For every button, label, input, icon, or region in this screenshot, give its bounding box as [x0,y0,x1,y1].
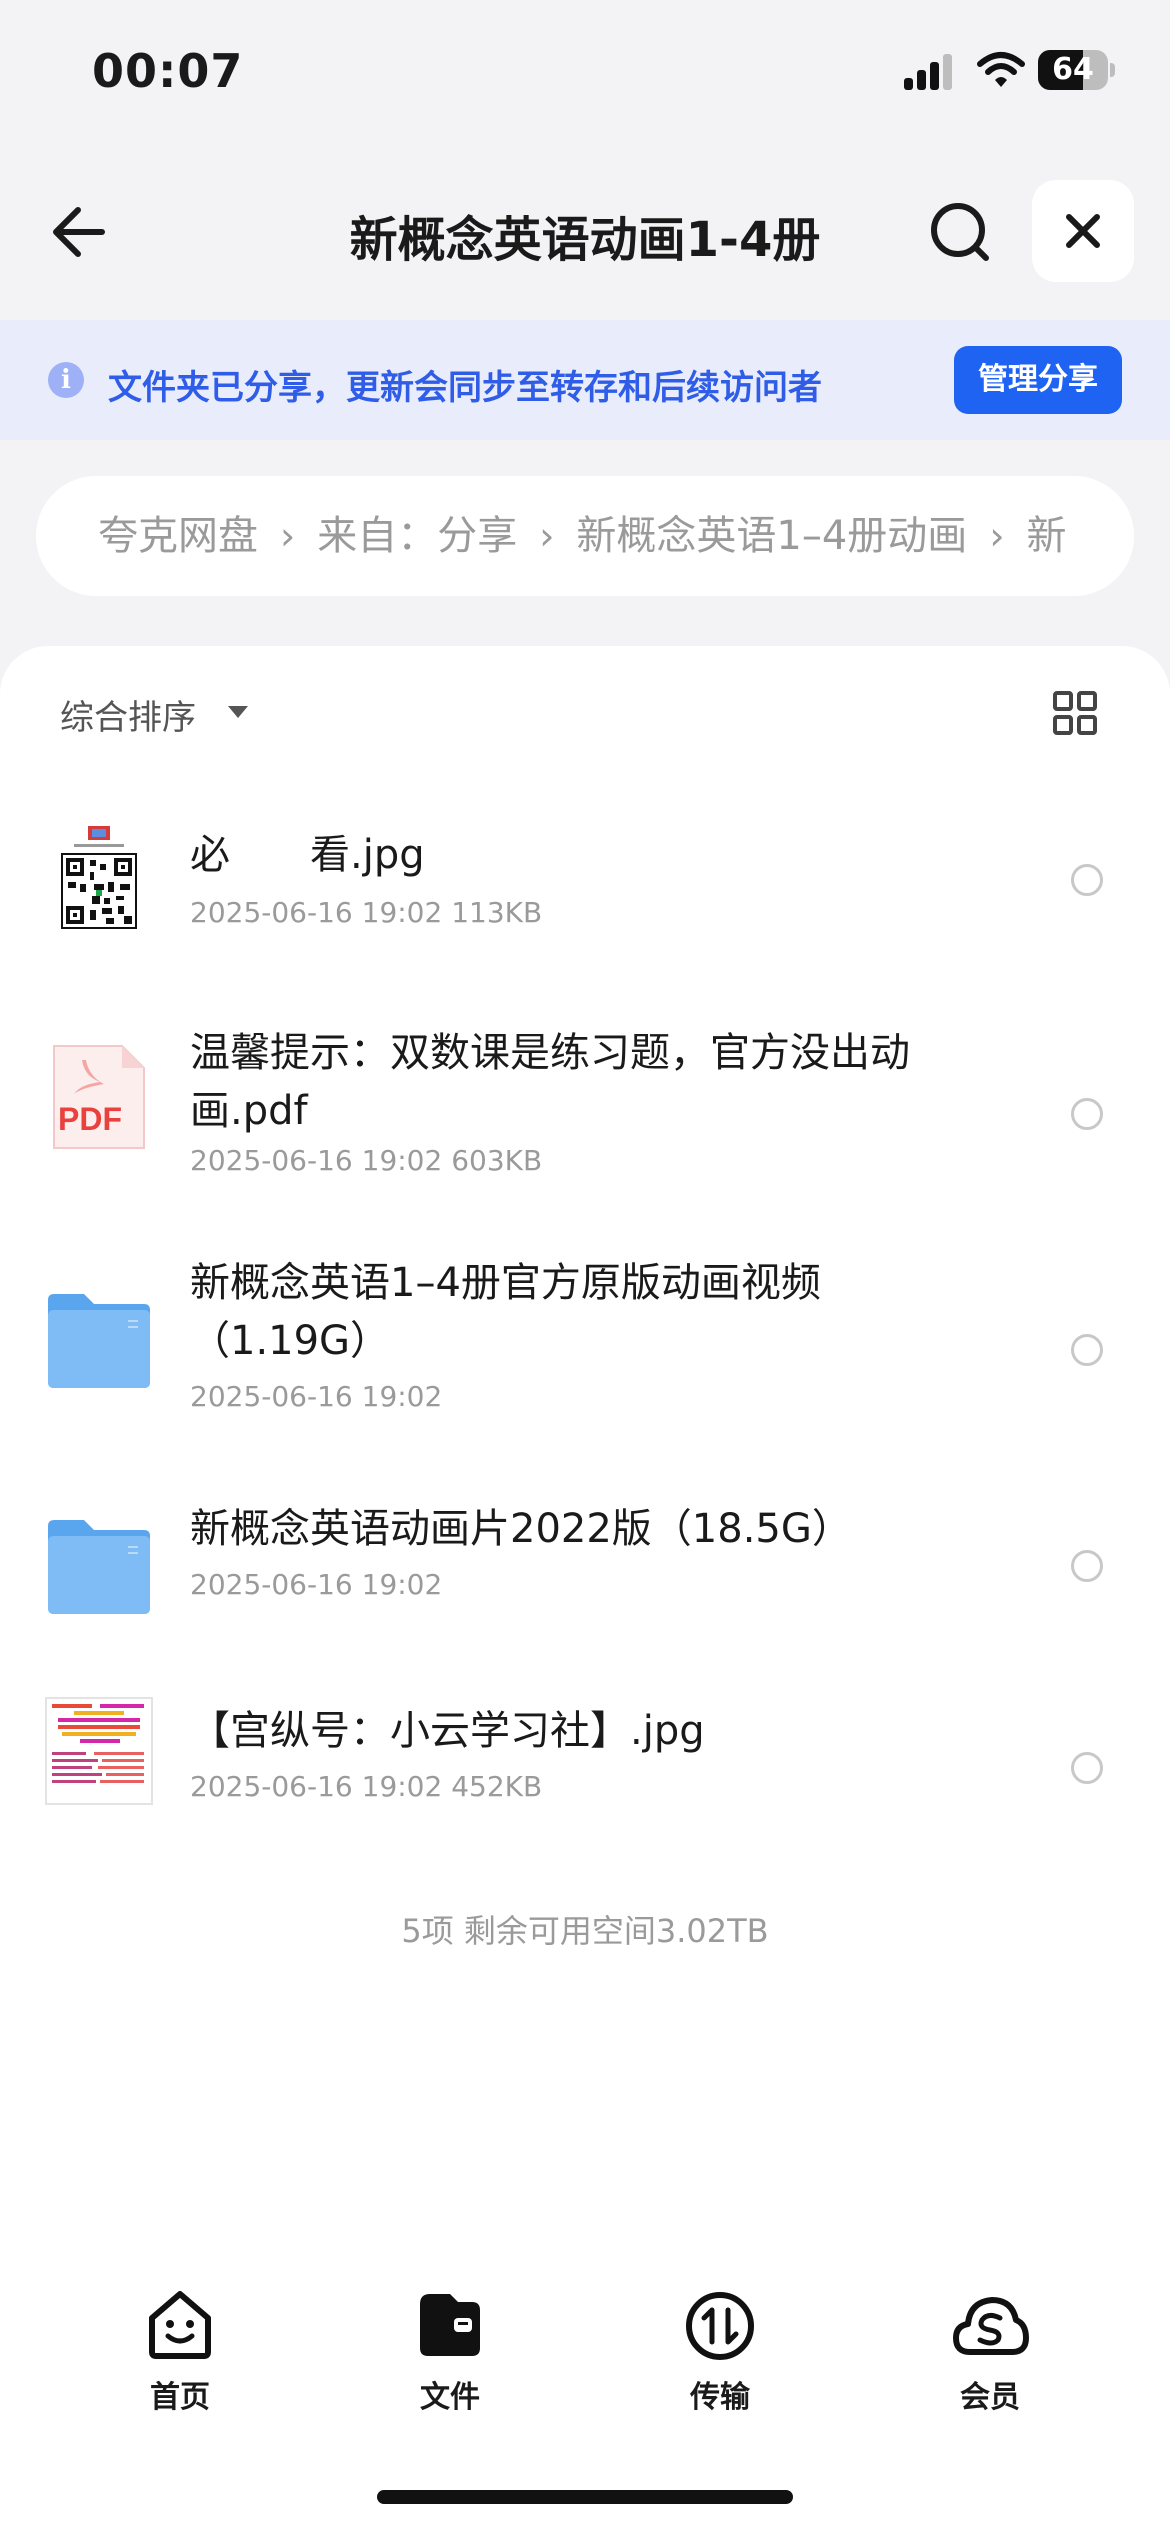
cloud-member-icon [953,2297,1029,2355]
file-name: 必 看.jpg [190,832,425,878]
breadcrumb-separator: › [280,514,296,558]
select-radio[interactable] [1071,1752,1103,1784]
pdf-icon: PDF [53,1045,145,1149]
file-meta: 2025-06-16 19:02 [190,1380,443,1413]
select-radio[interactable] [1071,1098,1103,1130]
breadcrumb-separator: › [539,514,555,558]
info-icon: i [48,362,84,398]
sort-dropdown[interactable]: 综合排序 [60,690,196,739]
list-item[interactable]: 新概念英语动画片2022版（18.5G） 2025-06-16 19:02 [0,1480,1170,1640]
home-indicator [377,2490,793,2504]
qr-image-thumbnail [44,824,154,934]
select-radio[interactable] [1071,1334,1103,1366]
storage-summary: 5项 剩余可用空间3.02TB [401,1912,769,1950]
back-arrow-icon[interactable] [44,196,116,268]
list-item[interactable]: 【宫纵号：小云学习社】.jpg 2025-06-16 19:02 452KB [0,1680,1170,1840]
tab-label: 首页 [150,2380,210,2415]
page-title: 新概念英语动画1-4册 [349,212,821,268]
grid-view-icon[interactable] [1052,690,1098,736]
status-time: 00:07 [92,44,244,98]
tab-home[interactable]: 首页 [80,2284,280,2416]
image-thumbnail [45,1697,153,1805]
list-item[interactable]: 必 看.jpg 2025-06-16 19:02 113KB [0,800,1170,960]
smile-home-icon [149,2291,211,2359]
file-name: 新概念英语1–4册官方原版动画视频（1.19G） [190,1260,821,1364]
list-item[interactable]: PDF 温馨提示：双数课是练习题，官方没出动画.pdf 2025-06-16 1… [0,1010,1170,1220]
close-button[interactable] [1032,180,1134,282]
close-icon [1066,214,1100,248]
breadcrumb: 夸克网盘 › 来自：分享 › 新概念英语1–4册动画 › 新 [36,476,1134,596]
tab-label: 会员 [960,2380,1020,2415]
breadcrumb-item-current[interactable]: 新 [1027,513,1067,559]
tab-member[interactable]: 会员 [890,2284,1090,2416]
file-name: 新概念英语动画片2022版（18.5G） [190,1506,852,1552]
manage-share-button[interactable]: 管理分享 [954,346,1122,414]
file-meta: 2025-06-16 19:02 113KB [190,896,543,929]
tab-label: 传输 [690,2380,750,2415]
select-radio[interactable] [1071,864,1103,896]
tab-label: 文件 [420,2380,480,2415]
list-item[interactable]: 新概念英语1–4册官方原版动画视频（1.19G） 2025-06-16 19:0… [0,1250,1170,1450]
share-banner-text: 文件夹已分享，更新会同步至转存和后续访问者 [108,368,822,408]
file-meta: 2025-06-16 19:02 452KB [190,1770,543,1803]
tab-files[interactable]: 文件 [350,2284,550,2416]
cellular-signal-icon [904,54,952,90]
breadcrumb-item-share[interactable]: 来自：分享 [317,513,517,559]
file-meta: 2025-06-16 19:02 [190,1568,443,1601]
battery-percent: 64 [1052,52,1094,87]
file-meta: 2025-06-16 19:02 603KB [190,1144,543,1177]
wifi-icon [977,52,1025,87]
breadcrumb-separator: › [989,514,1005,558]
select-radio[interactable] [1071,1550,1103,1582]
folder-icon [48,1294,150,1388]
file-name: 温馨提示：双数课是练习题，官方没出动画.pdf [190,1030,910,1134]
breadcrumb-item-folder[interactable]: 新概念英语1–4册动画 [576,513,967,559]
tab-transfer[interactable]: 传输 [620,2284,820,2416]
transfer-icon [686,2292,754,2360]
battery-icon: 64 [1038,50,1115,92]
folder-file-icon [420,2294,480,2356]
folder-icon [48,1520,150,1614]
search-icon[interactable] [924,196,996,268]
breadcrumb-item-root[interactable]: 夸克网盘 [98,513,258,559]
pdf-badge: PDF [58,1101,122,1137]
caret-down-icon[interactable] [228,706,248,718]
file-name: 【宫纵号：小云学习社】.jpg [190,1708,705,1754]
